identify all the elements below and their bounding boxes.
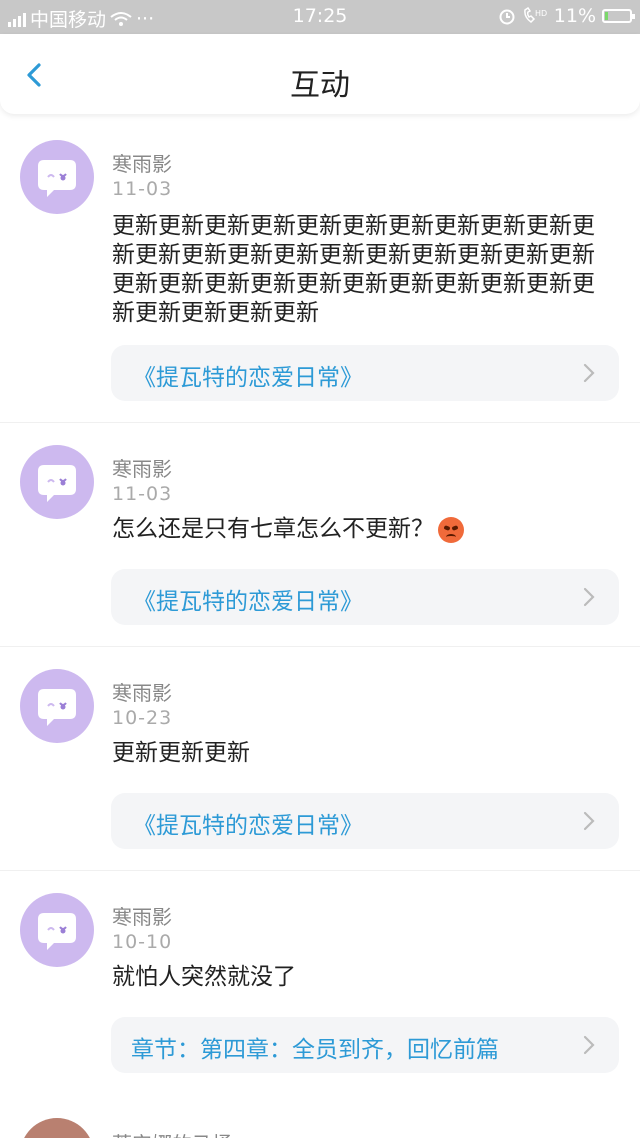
- list-item: 寒雨影 11-03 更新更新更新更新更新更新更新更新更新更新更新更新更新更新更新…: [0, 118, 640, 423]
- list-item: 寒雨影 11-03 怎么还是只有七章怎么不更新？ 《提瓦特的恋爱日常》: [0, 423, 640, 647]
- post-date: 11-03: [112, 483, 173, 505]
- comment-text: 更新更新更新: [112, 740, 250, 766]
- comment-feed: 寒雨影 11-03 更新更新更新更新更新更新更新更新更新更新更新更新更新更新更新…: [0, 118, 640, 1095]
- chat-bubble-icon: [38, 913, 76, 950]
- chevron-right-icon: [583, 363, 595, 383]
- list-item: 寒雨影 10-10 就怕人突然就没了 章节：第四章：全员到齐，回忆前篇: [0, 871, 640, 1095]
- list-item: 寒雨影 10-23 更新更新更新 《提瓦特的恋爱日常》: [0, 647, 640, 871]
- user-name[interactable]: 蒂安娜的马桶: [112, 1128, 232, 1138]
- comment-text-row: 怎么还是只有七章怎么不更新？: [112, 515, 612, 544]
- chevron-right-icon: [583, 811, 595, 831]
- user-name[interactable]: 寒雨影: [112, 677, 172, 706]
- avatar[interactable]: [20, 140, 94, 214]
- comment-text: 怎么还是只有七章怎么不更新？: [112, 516, 434, 542]
- book-link-label: 《提瓦特的恋爱日常》: [133, 589, 363, 615]
- book-link[interactable]: 《提瓦特的恋爱日常》: [111, 793, 619, 849]
- hd-call-icon: HD: [523, 7, 547, 23]
- chevron-right-icon: [583, 587, 595, 607]
- chapter-link[interactable]: 章节：第四章：全员到齐，回忆前篇: [111, 1017, 619, 1073]
- book-link[interactable]: 《提瓦特的恋爱日常》: [111, 569, 619, 625]
- top-nav-bar: 互动: [0, 34, 640, 114]
- chat-bubble-icon: [38, 160, 76, 197]
- user-name[interactable]: 寒雨影: [112, 453, 172, 482]
- status-bar: 中国移动 ··· 17:25 HD 11%: [0, 0, 640, 34]
- avatar[interactable]: [20, 1118, 94, 1138]
- status-right: HD 11%: [498, 5, 635, 27]
- comment-text: 就怕人突然就没了: [112, 964, 296, 990]
- chat-bubble-icon: [38, 689, 76, 726]
- user-name[interactable]: 寒雨影: [112, 901, 172, 930]
- angry-face-icon: [438, 516, 464, 543]
- battery-percent: 11%: [553, 5, 596, 27]
- user-name[interactable]: 寒雨影: [112, 148, 172, 177]
- chevron-right-icon: [583, 1035, 595, 1055]
- battery-level: [605, 12, 608, 20]
- book-link-label: 《提瓦特的恋爱日常》: [133, 813, 363, 839]
- post-date: 10-10: [112, 931, 173, 953]
- avatar[interactable]: [20, 669, 94, 743]
- svg-text:HD: HD: [535, 9, 547, 18]
- list-item-partial: 蒂安娜的马桶: [0, 1118, 640, 1138]
- post-date: 10-23: [112, 707, 173, 729]
- alarm-icon: [499, 9, 515, 25]
- avatar[interactable]: [20, 893, 94, 967]
- chat-bubble-icon: [38, 465, 76, 502]
- book-link[interactable]: 《提瓦特的恋爱日常》: [111, 345, 619, 401]
- comment-text: 更新更新更新更新更新更新更新更新更新更新更新更新更新更新更新更新更新更新更新更新…: [112, 213, 595, 326]
- post-date: 11-03: [112, 178, 173, 200]
- page-title: 互动: [290, 68, 350, 103]
- battery-icon: [602, 9, 635, 23]
- book-link-label: 《提瓦特的恋爱日常》: [133, 365, 363, 391]
- chapter-link-label: 章节：第四章：全员到齐，回忆前篇: [131, 1037, 499, 1063]
- avatar[interactable]: [20, 445, 94, 519]
